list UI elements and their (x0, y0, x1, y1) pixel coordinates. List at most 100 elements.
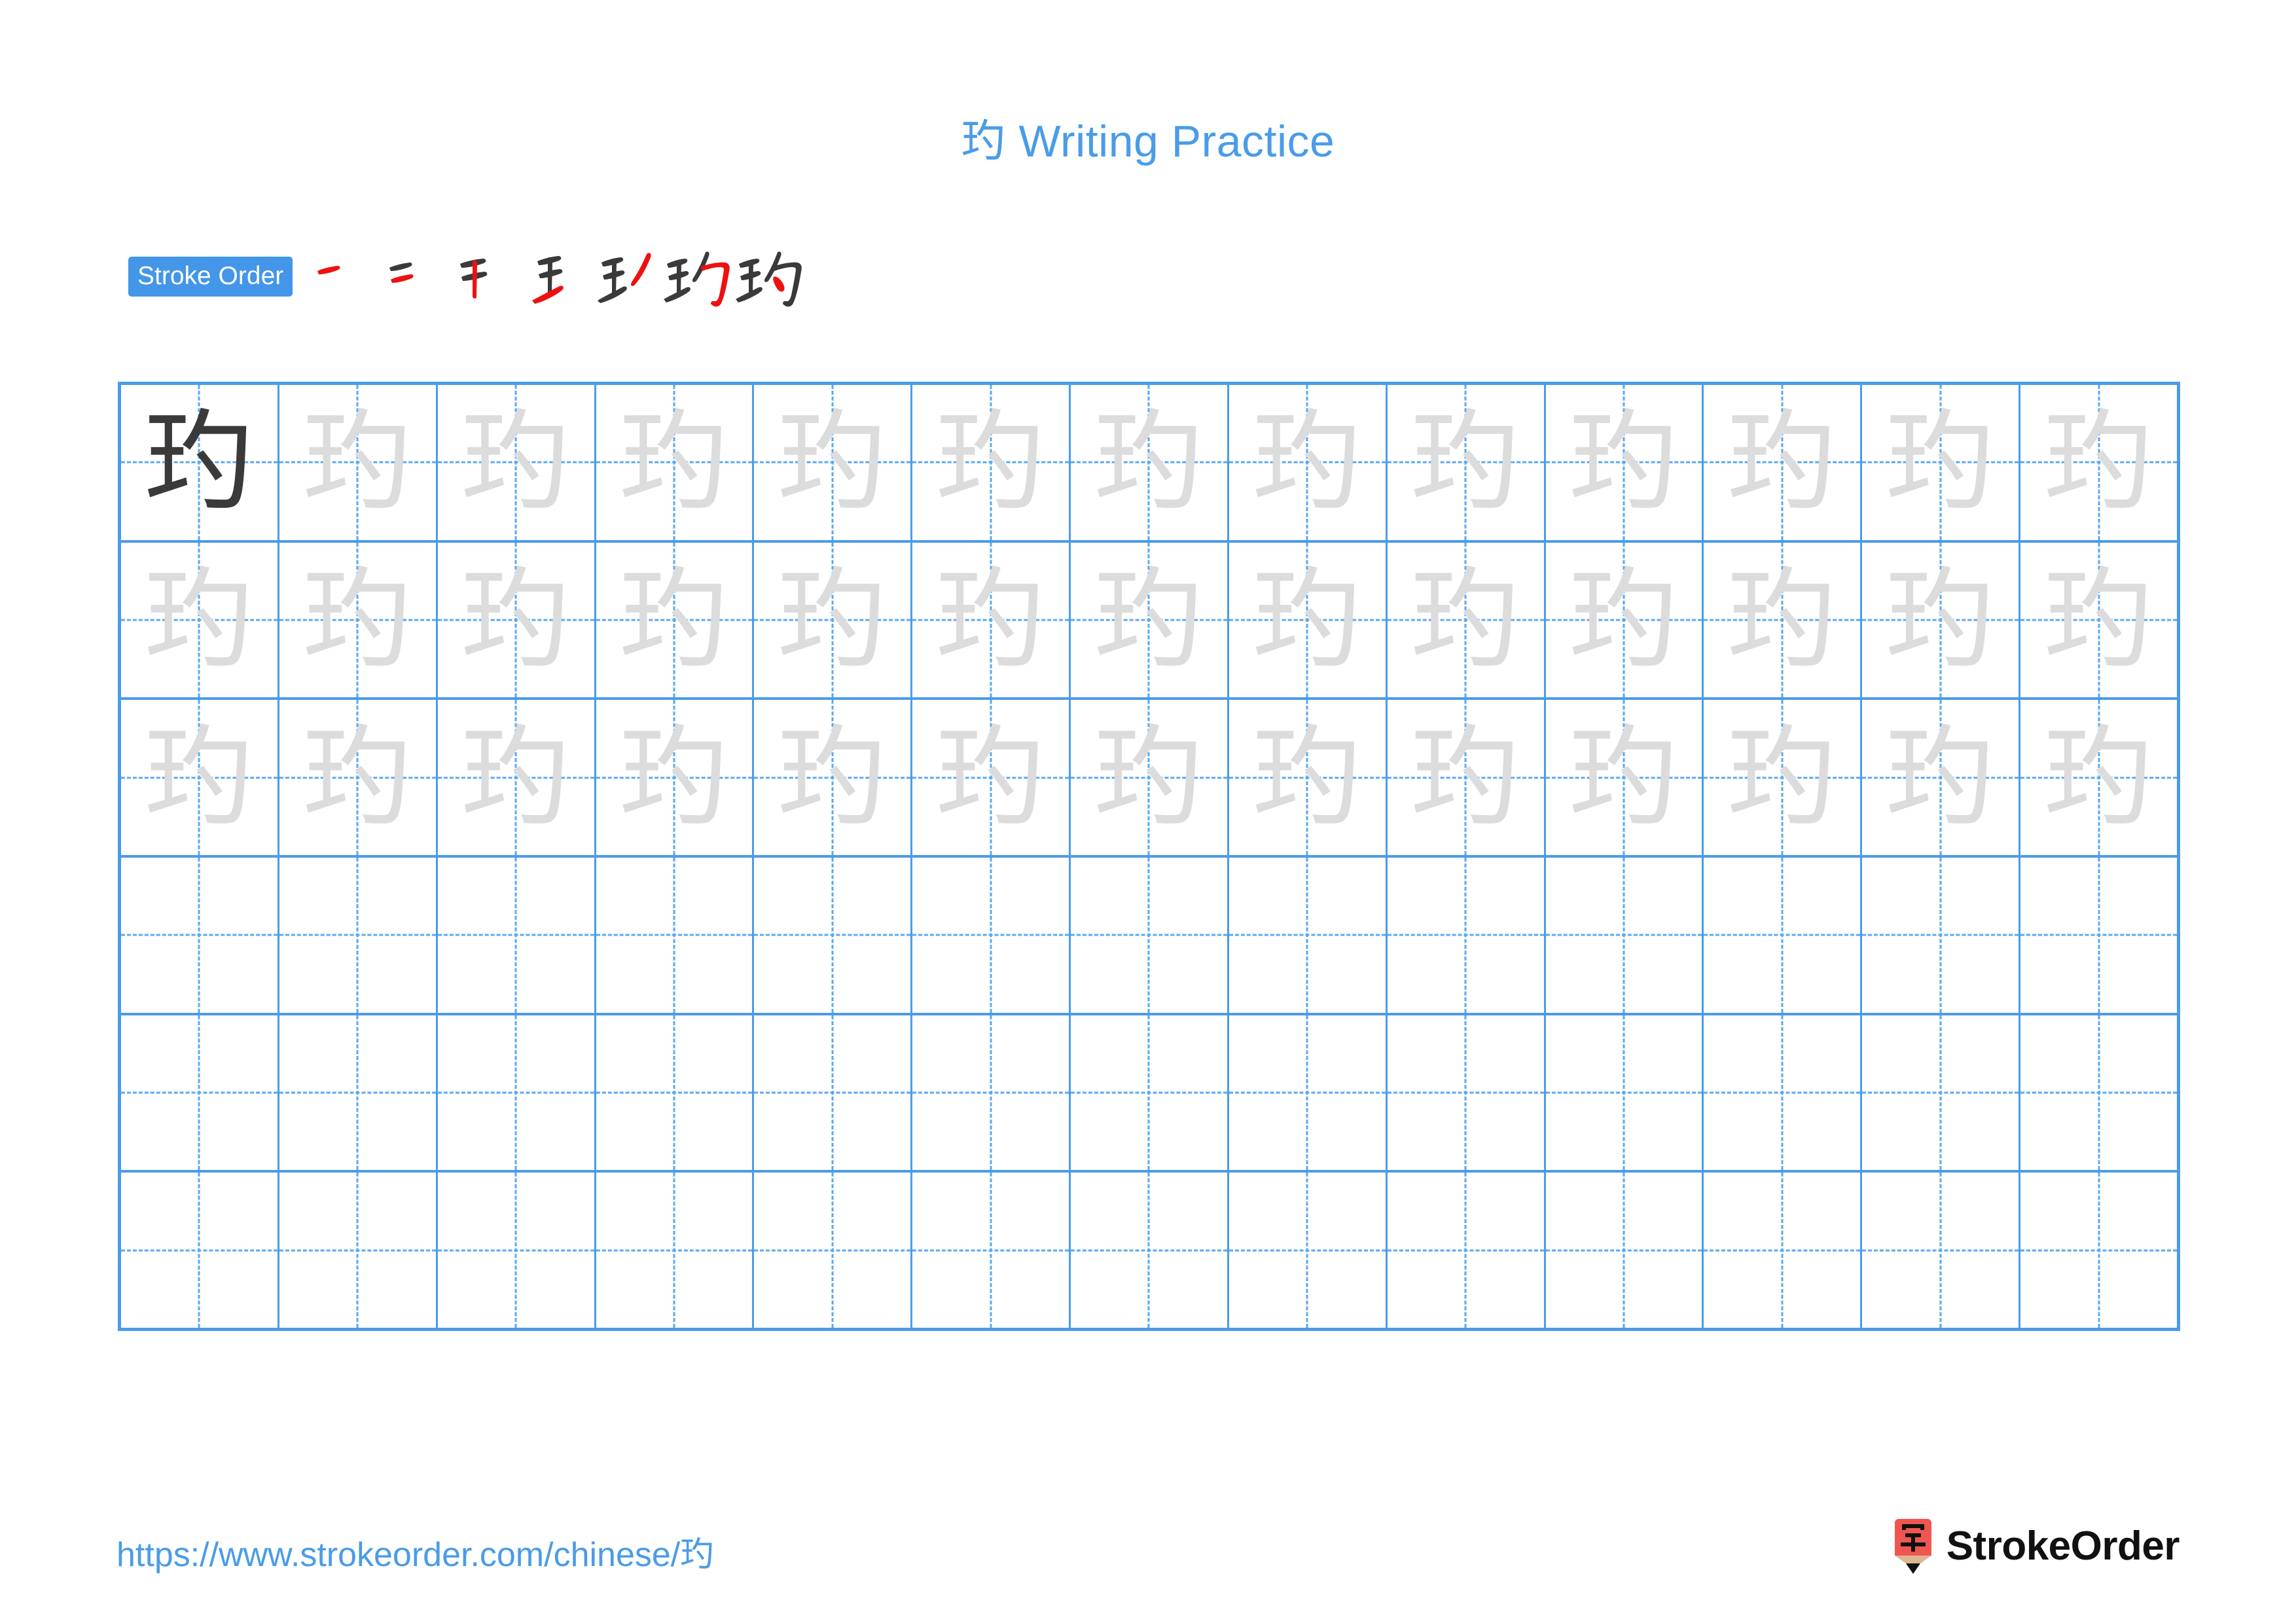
practice-cell[interactable]: 玓 (596, 542, 755, 698)
practice-cell[interactable] (2020, 1015, 2177, 1171)
tracing-character: 玓 (619, 556, 729, 684)
practice-cell[interactable] (1388, 1173, 1546, 1328)
pencil-logo-icon (1892, 1518, 1935, 1574)
practice-cell[interactable]: 玓 (1388, 385, 1546, 540)
practice-cell[interactable] (1229, 1015, 1388, 1171)
tracing-character: 玓 (1252, 398, 1363, 527)
practice-cell[interactable]: 玓 (2020, 543, 2177, 698)
tracing-character: 玓 (144, 713, 255, 842)
practice-cell[interactable]: 玓 (754, 700, 913, 856)
practice-cell[interactable]: 玓 (1862, 542, 2021, 698)
model-character: 玓 (144, 398, 255, 527)
practice-cell[interactable]: 玓 (596, 385, 755, 540)
practice-cell[interactable]: 玓 (1546, 542, 1704, 698)
practice-cell[interactable]: 玓 (1229, 542, 1388, 698)
practice-cell[interactable]: 玓 (1071, 385, 1229, 540)
practice-cell[interactable] (1071, 1015, 1229, 1171)
tracing-character: 玓 (461, 556, 571, 684)
practice-row (121, 1015, 2177, 1173)
practice-cell[interactable]: 玓 (279, 542, 438, 698)
practice-cell[interactable] (1229, 1173, 1388, 1328)
stroke-step-5 (590, 240, 662, 312)
practice-cell[interactable]: 玓 (279, 385, 438, 540)
practice-cell[interactable] (1704, 1173, 1863, 1328)
practice-cell[interactable] (121, 1173, 279, 1328)
practice-cell[interactable]: 玓 (1229, 385, 1388, 540)
practice-cell[interactable] (596, 1173, 755, 1328)
stroke-step-6 (662, 240, 734, 312)
practice-cell[interactable]: 玓 (2020, 385, 2177, 540)
practice-cell[interactable] (1071, 1173, 1229, 1328)
practice-cell[interactable] (2020, 1173, 2177, 1328)
practice-cell[interactable] (438, 858, 596, 1013)
practice-cell[interactable]: 玓 (1704, 700, 1863, 856)
practice-cell[interactable]: 玓 (754, 385, 913, 540)
practice-cell[interactable] (1388, 1015, 1546, 1171)
practice-cell[interactable] (754, 1173, 913, 1328)
practice-cell[interactable]: 玓 (1704, 385, 1863, 540)
practice-cell[interactable] (121, 1015, 279, 1171)
practice-cell[interactable] (912, 1015, 1071, 1171)
practice-cell[interactable] (279, 1015, 438, 1171)
practice-cell[interactable] (1704, 1015, 1863, 1171)
practice-cell[interactable]: 玓 (754, 542, 913, 698)
practice-cell[interactable] (754, 1015, 913, 1171)
practice-cell[interactable]: 玓 (596, 700, 755, 856)
practice-cell[interactable] (1862, 1015, 2021, 1171)
practice-cell[interactable]: 玓 (121, 385, 279, 540)
practice-cell[interactable] (279, 1173, 438, 1328)
practice-cell[interactable]: 玓 (438, 700, 596, 856)
practice-cell[interactable]: 玓 (1388, 542, 1546, 698)
practice-cell[interactable]: 玓 (1862, 700, 2021, 856)
practice-cell[interactable]: 玓 (1546, 385, 1704, 540)
footer-url-link[interactable]: https://www.strokeorder.com/chinese/玓 (117, 1527, 714, 1576)
practice-cell[interactable] (596, 1015, 755, 1171)
practice-cell[interactable] (438, 1173, 596, 1328)
practice-cell[interactable]: 玓 (1071, 542, 1229, 698)
practice-row (121, 1173, 2177, 1328)
practice-cell[interactable]: 玓 (912, 542, 1071, 698)
practice-cell[interactable] (279, 858, 438, 1013)
tracing-character: 玓 (777, 556, 888, 684)
practice-cell[interactable]: 玓 (279, 700, 438, 856)
practice-cell[interactable]: 玓 (1862, 385, 2021, 540)
stroke-step-3 (446, 240, 518, 312)
practice-cell[interactable]: 玓 (2020, 700, 2177, 855)
practice-cell[interactable] (438, 1015, 596, 1171)
practice-cell[interactable]: 玓 (1388, 700, 1546, 856)
practice-cell[interactable] (1862, 1173, 2021, 1328)
practice-cell[interactable] (596, 858, 755, 1013)
practice-cell[interactable] (1704, 858, 1863, 1013)
tracing-character: 玓 (302, 713, 413, 842)
practice-cell[interactable]: 玓 (1229, 700, 1388, 856)
practice-cell[interactable] (912, 858, 1071, 1013)
practice-cell[interactable] (912, 1173, 1071, 1328)
practice-row: 玓玓玓玓玓玓玓玓玓玓玓玓玓 (121, 542, 2177, 701)
practice-cell[interactable] (1388, 858, 1546, 1013)
tracing-character: 玓 (1410, 398, 1521, 527)
practice-cell[interactable]: 玓 (1071, 700, 1229, 856)
practice-cell[interactable]: 玓 (1546, 700, 1704, 856)
practice-cell[interactable] (1546, 1015, 1704, 1171)
practice-cell[interactable] (1071, 858, 1229, 1013)
tracing-character: 玓 (777, 398, 888, 527)
practice-cell[interactable]: 玓 (121, 700, 279, 856)
practice-cell[interactable] (2020, 858, 2177, 1013)
practice-row: 玓玓玓玓玓玓玓玓玓玓玓玓玓 (121, 385, 2177, 543)
practice-cell[interactable] (1546, 858, 1704, 1013)
practice-cell[interactable] (1546, 1173, 1704, 1328)
practice-cell[interactable]: 玓 (438, 542, 596, 698)
practice-cell[interactable]: 玓 (121, 542, 279, 698)
practice-cell[interactable]: 玓 (912, 385, 1071, 540)
practice-cell[interactable] (121, 858, 279, 1013)
tracing-character: 玓 (1727, 398, 1837, 527)
practice-cell[interactable] (754, 858, 913, 1013)
practice-cell[interactable]: 玓 (912, 700, 1071, 856)
tracing-character: 玓 (935, 398, 1046, 527)
practice-cell[interactable]: 玓 (438, 385, 596, 540)
practice-cell[interactable] (1862, 858, 2021, 1013)
stroke-step-1 (302, 240, 374, 312)
practice-cell[interactable]: 玓 (1704, 542, 1863, 698)
brand-logo: StrokeOrder (1892, 1518, 2180, 1574)
practice-cell[interactable] (1229, 858, 1388, 1013)
